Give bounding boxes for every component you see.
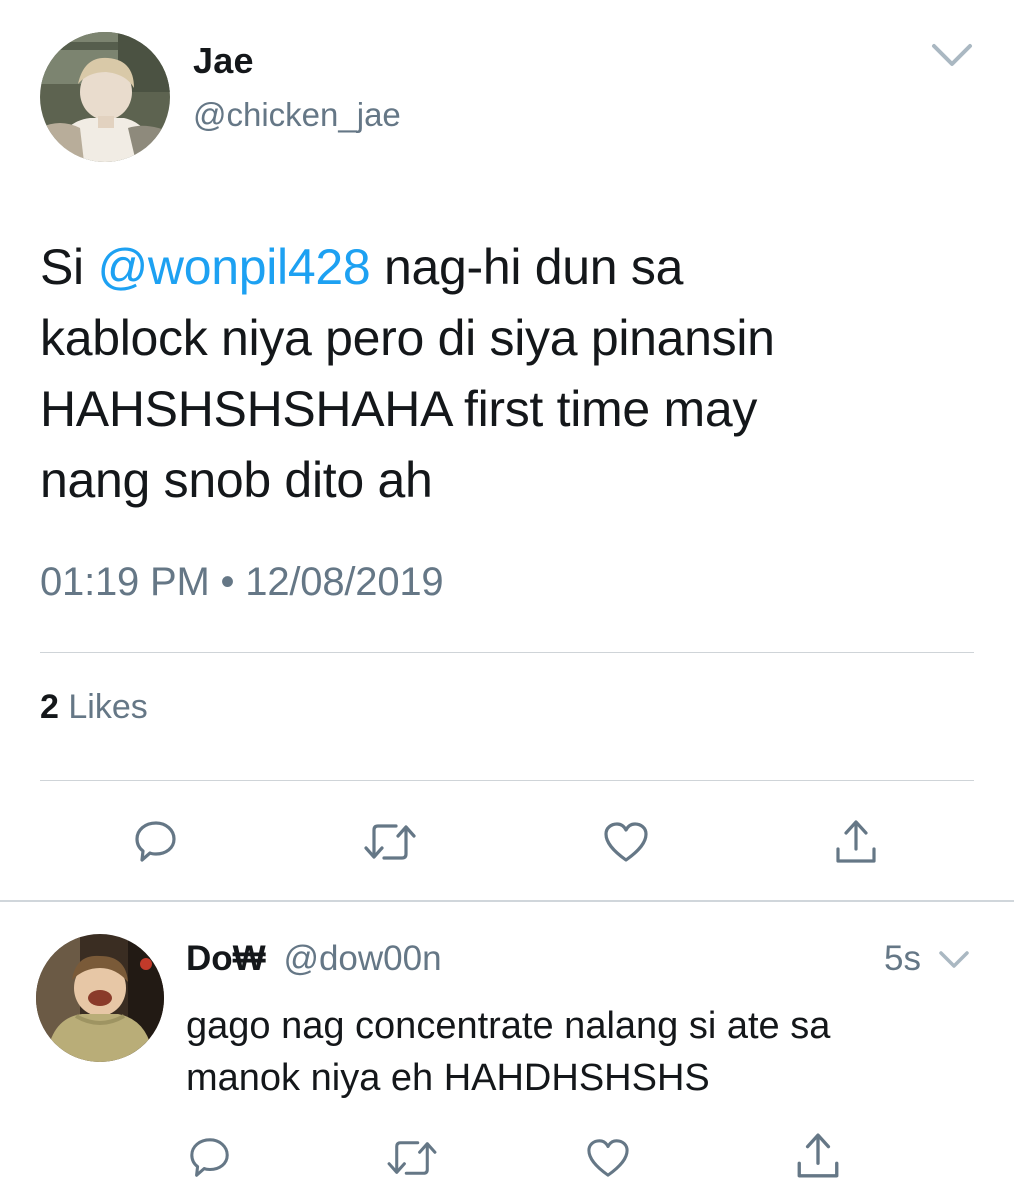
chevron-down-icon[interactable]: [928, 40, 976, 70]
retweet-icon[interactable]: [382, 1128, 442, 1188]
share-icon[interactable]: [826, 812, 886, 872]
like-icon[interactable]: [578, 1128, 638, 1188]
author-avatar[interactable]: [40, 32, 170, 162]
author-handle[interactable]: @chicken_jae: [193, 96, 401, 134]
divider: [40, 652, 974, 653]
tweet-text-segment: Si: [40, 239, 98, 295]
tweet-text-line: kablock niya pero di siya pinansin: [40, 310, 775, 366]
reply-icon[interactable]: [180, 1128, 240, 1188]
tweet-date: 12/08/2019: [245, 560, 444, 604]
timestamp-separator: •: [220, 560, 235, 604]
share-icon[interactable]: [788, 1126, 848, 1186]
tweet-text-segment: nag-hi dun sa: [370, 239, 684, 295]
tweet-text-line: nang snob dito ah: [40, 452, 433, 508]
thread-separator: [0, 900, 1014, 902]
tweet-time: 01:19 PM: [40, 560, 210, 604]
likes-label: Likes: [68, 688, 148, 726]
reply-text-line: gago nag concentrate nalang si ate sa: [186, 1005, 831, 1047]
tweet-text: Si @wonpil428 nag-hi dun sa kablock niya…: [40, 232, 980, 516]
tweet-detail-page: Jae @chicken_jae Si @wonpil428 nag-hi du…: [0, 0, 1014, 1200]
reply-time: 5s: [884, 939, 921, 978]
likes-stat[interactable]: 2 Likes: [40, 688, 148, 727]
chevron-down-icon[interactable]: [936, 948, 972, 972]
reply-header: Do₩ @dow00n: [186, 939, 442, 979]
retweet-icon[interactable]: [360, 812, 420, 872]
reply-author-handle[interactable]: @dow00n: [283, 939, 441, 978]
reply-author-avatar[interactable]: [36, 934, 164, 1062]
divider: [40, 780, 974, 781]
tweet-timestamp: 01:19 PM • 12/08/2019: [40, 560, 444, 605]
reply-text: gago nag concentrate nalang si ate sa ma…: [186, 1000, 986, 1104]
reply-author-name[interactable]: Do₩: [186, 939, 266, 978]
like-icon[interactable]: [596, 812, 656, 872]
reply-icon[interactable]: [126, 812, 186, 872]
reply-text-line: manok niya eh HAHDHSHSHS: [186, 1057, 710, 1099]
author-name[interactable]: Jae: [193, 40, 254, 82]
mention-link[interactable]: @wonpil428: [97, 239, 370, 295]
tweet-text-line: Si @wonpil428 nag-hi dun sa: [40, 232, 980, 303]
likes-count: 2: [40, 688, 59, 726]
tweet-text-line: HAHSHSHSHAHA first time may: [40, 381, 758, 437]
